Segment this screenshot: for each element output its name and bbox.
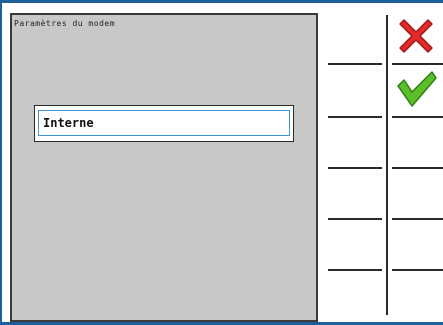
confirm-button[interactable] — [390, 64, 442, 112]
modem-value-field[interactable]: Interne — [34, 105, 294, 142]
softkey-column — [318, 6, 443, 325]
softkey-empty-3[interactable] — [390, 118, 442, 166]
checkmark-icon — [397, 71, 437, 107]
cancel-x-icon — [399, 19, 433, 53]
modem-value-text[interactable]: Interne — [38, 110, 290, 136]
softkey-empty-5[interactable] — [390, 220, 442, 268]
softkey-empty-4[interactable] — [390, 169, 442, 217]
settings-panel: Paramètres du modem Interne — [10, 13, 318, 322]
separator — [328, 218, 382, 220]
separator — [328, 63, 382, 65]
cancel-button[interactable] — [390, 12, 442, 60]
softkey-divider — [386, 15, 388, 315]
separator — [328, 116, 382, 118]
separator — [328, 167, 382, 169]
screen-frame: Paramètres du modem Interne — [0, 0, 443, 325]
softkey-empty-6[interactable] — [390, 271, 442, 319]
panel-title: Paramètres du modem — [14, 19, 116, 28]
separator — [328, 269, 382, 271]
